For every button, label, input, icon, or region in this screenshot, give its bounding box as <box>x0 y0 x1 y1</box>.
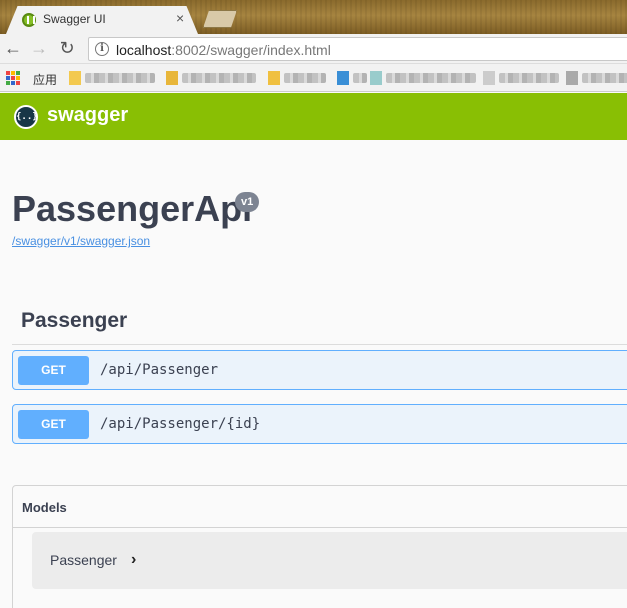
url-path: :8002/swagger/index.html <box>171 42 331 58</box>
tag-divider <box>12 344 627 345</box>
bookmarks-bar: 应用 <box>0 64 627 92</box>
bookmark-icon <box>370 71 382 85</box>
browser-tab-strip: Swagger UI × <box>0 0 627 34</box>
model-passenger[interactable]: Passenger › <box>32 532 627 589</box>
tag-passenger-heading[interactable]: Passenger <box>21 309 127 333</box>
reload-icon[interactable]: ↻ <box>56 37 78 59</box>
method-badge: GET <box>18 356 89 385</box>
operation-path: /api/Passenger <box>100 362 219 378</box>
bookmark-icon <box>483 71 495 85</box>
chevron-right-icon[interactable]: › <box>131 551 136 569</box>
folder-icon <box>268 71 280 85</box>
apps-grid-icon[interactable] <box>6 71 20 85</box>
operation-get-passenger[interactable]: GET /api/Passenger <box>12 350 627 390</box>
swagger-favicon-icon <box>22 13 36 27</box>
method-badge: GET <box>18 410 89 439</box>
swagger-topbar: {..} swagger <box>0 93 627 140</box>
browser-toolbar: ← → ↻ i localhost:8002/swagger/index.htm… <box>0 34 627 64</box>
bookmarks-apps-label[interactable]: 应用 <box>33 71 57 88</box>
bookmark-icon <box>566 71 578 85</box>
info-icon[interactable]: i <box>95 42 109 56</box>
swagger-logo-text[interactable]: swagger <box>47 104 128 127</box>
address-bar[interactable]: i localhost:8002/swagger/index.html <box>88 37 627 61</box>
operation-get-passenger-by-id[interactable]: GET /api/Passenger/{id} <box>12 404 627 444</box>
tab-close-icon[interactable]: × <box>176 10 184 26</box>
swagger-logo-icon[interactable]: {..} <box>14 105 38 129</box>
operation-path: /api/Passenger/{id} <box>100 416 261 432</box>
url-text[interactable]: localhost:8002/swagger/index.html <box>116 42 331 58</box>
bookmark-icon <box>337 71 349 85</box>
arrow-right-icon[interactable]: → <box>28 37 50 59</box>
models-section: Models Passenger › <box>12 485 627 608</box>
models-heading[interactable]: Models <box>22 500 67 515</box>
new-tab-button[interactable] <box>203 10 237 28</box>
url-host: localhost <box>116 42 172 58</box>
version-badge: v1 <box>235 192 260 212</box>
swagger-json-link[interactable]: /swagger/v1/swagger.json <box>12 234 150 248</box>
arrow-left-icon[interactable]: ← <box>2 37 24 59</box>
bookmark-icon <box>166 71 178 85</box>
models-divider <box>13 527 627 528</box>
browser-tab-swagger-ui[interactable]: Swagger UI × <box>6 6 198 34</box>
api-title: PassengerApi <box>12 188 253 229</box>
folder-icon <box>69 71 81 85</box>
model-name: Passenger <box>50 552 117 568</box>
tab-title: Swagger UI <box>43 12 106 26</box>
